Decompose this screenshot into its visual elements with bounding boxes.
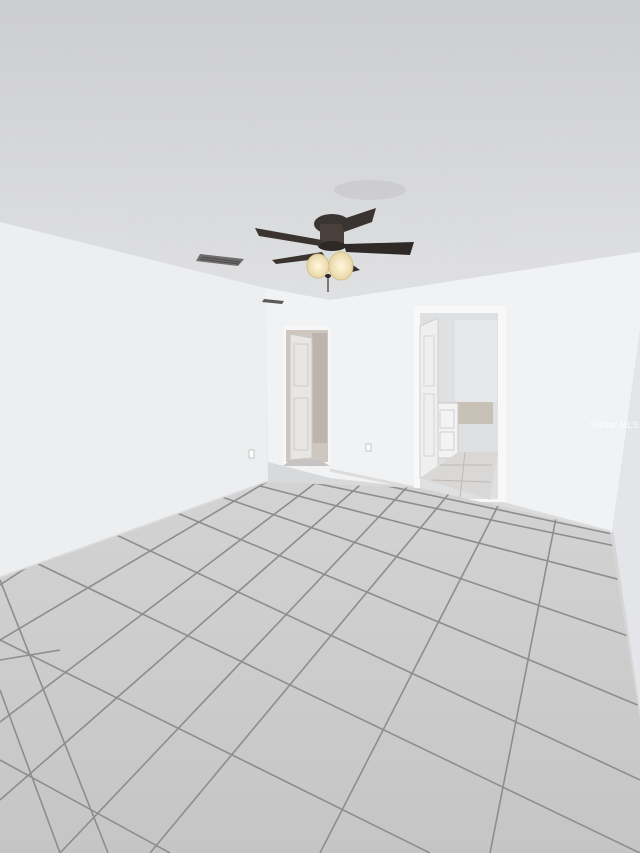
wall-outlet — [248, 449, 255, 459]
room-photo: Stellar MLS — [0, 0, 640, 853]
wall-outlet — [365, 443, 372, 452]
open-door-closet — [283, 326, 330, 466]
room-scene — [0, 0, 640, 853]
watermark: Stellar MLS — [590, 420, 639, 430]
open-door-bathroom — [414, 306, 506, 502]
